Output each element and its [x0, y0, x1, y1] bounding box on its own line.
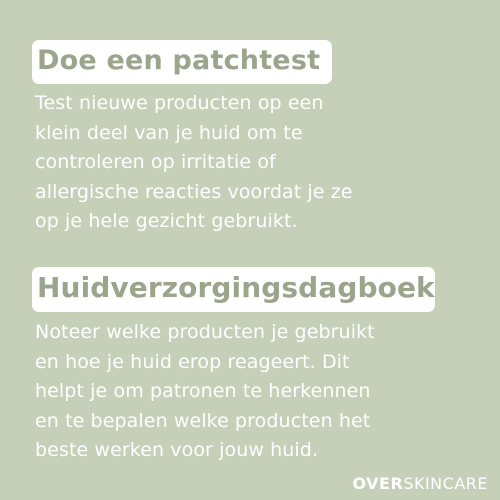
brand-logo: OVERSKINCARE: [353, 474, 489, 493]
brand-logo-skincare: SKINCARE: [403, 474, 488, 493]
section-heading-dagboek: Huidverzorgingsdagboek: [32, 267, 435, 312]
section-body-patchtest: Test nieuwe producten op een klein deel …: [35, 92, 353, 232]
brand-logo-over: OVER: [352, 474, 404, 493]
section-body-dagboek: Noteer welke producten je gebruikt en ho…: [35, 321, 375, 461]
section-heading-patchtest: Doe een patchtest: [32, 40, 332, 84]
